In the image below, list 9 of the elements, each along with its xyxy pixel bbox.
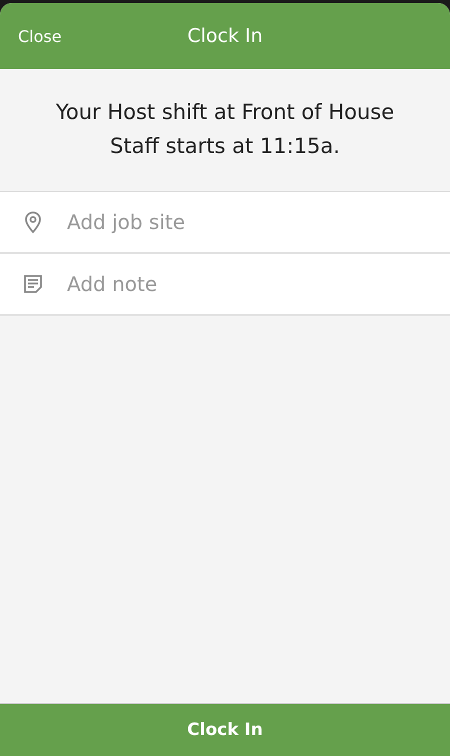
window-title: Clock In	[187, 25, 263, 47]
close-button[interactable]: Close	[18, 26, 62, 46]
location-pin-icon	[23, 210, 43, 234]
field-row[interactable]: Add job site	[0, 192, 450, 254]
note-icon	[23, 274, 43, 294]
input-field[interactable]: Add job site	[65, 209, 427, 235]
input-field[interactable]: Add note	[65, 271, 427, 297]
field-row[interactable]: Add note	[0, 254, 450, 316]
clock-in-button[interactable]: Clock In	[0, 703, 450, 756]
